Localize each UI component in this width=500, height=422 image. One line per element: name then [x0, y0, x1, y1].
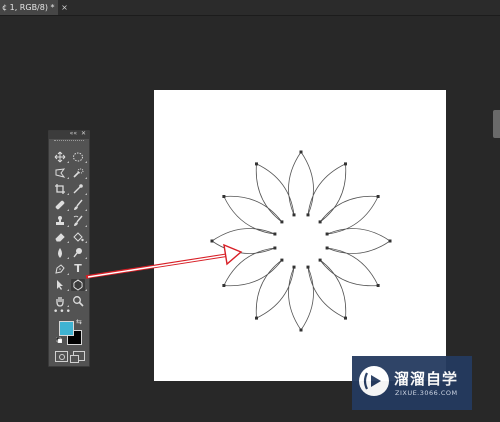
document-tab[interactable]: ¢ 1, RGB/8) * × — [0, 0, 68, 15]
quick-mask-icon[interactable] — [55, 351, 68, 362]
brush-icon[interactable] — [71, 199, 87, 211]
anchor-point-tip[interactable] — [376, 284, 380, 287]
move-icon[interactable] — [53, 151, 69, 163]
paint-bucket-icon[interactable] — [71, 231, 87, 243]
swap-colors-icon[interactable]: ⇆ — [76, 318, 82, 326]
marquee-icon[interactable] — [71, 151, 87, 163]
screen-mode-icon[interactable] — [70, 351, 85, 363]
anchor-point-inner[interactable] — [292, 265, 296, 269]
healing-brush-icon[interactable] — [53, 199, 69, 211]
tools-panel-header[interactable]: «« ✕ — [49, 130, 89, 139]
history-brush-icon[interactable] — [71, 215, 87, 227]
tools-panel: «« ✕ T ••• ⇆ — [48, 130, 90, 367]
anchor-point-inner[interactable] — [280, 258, 284, 262]
anchor-point-inner[interactable] — [325, 232, 329, 236]
eraser-icon[interactable] — [53, 231, 69, 243]
anchor-point-tip[interactable] — [299, 328, 303, 332]
type-icon[interactable]: T — [71, 263, 85, 275]
anchor-point-inner[interactable] — [325, 246, 329, 250]
anchor-point-tip[interactable] — [255, 162, 258, 166]
edit-toolbar-button[interactable]: ••• — [53, 307, 72, 317]
anchor-point-inner[interactable] — [306, 213, 310, 217]
panel-grip[interactable] — [54, 140, 84, 144]
foreground-color-swatch[interactable] — [59, 321, 74, 336]
anchor-point-inner[interactable] — [318, 258, 322, 262]
collapse-panel-icon[interactable]: «« — [70, 130, 77, 137]
anchor-point-tip[interactable] — [222, 195, 226, 198]
lasso-icon[interactable] — [53, 167, 69, 179]
anchor-point-tip[interactable] — [388, 239, 392, 243]
pen-icon[interactable] — [53, 263, 69, 275]
document-tab-title: ¢ 1, RGB/8) * — [2, 3, 55, 12]
flower-outline[interactable] — [211, 151, 391, 331]
anchor-point-tip[interactable] — [344, 162, 347, 166]
anchor-point-tip[interactable] — [255, 316, 258, 320]
watermark: 溜溜自学 ZIXUE.3066.COM — [352, 356, 472, 410]
anchor-point-tip[interactable] — [376, 195, 380, 198]
close-panel-icon[interactable]: ✕ — [81, 130, 86, 137]
anchor-point-inner[interactable] — [273, 246, 277, 250]
crop-icon[interactable] — [53, 183, 69, 195]
path-selection-icon[interactable] — [53, 279, 69, 291]
tab-close-icon[interactable]: × — [61, 3, 68, 12]
watermark-title: 溜溜自学 — [394, 370, 459, 388]
anchor-point-inner[interactable] — [306, 265, 310, 269]
eyedropper-icon[interactable] — [71, 183, 87, 195]
custom-shape-icon[interactable] — [71, 279, 87, 291]
watermark-logo-icon — [359, 366, 389, 396]
anchor-point-tip[interactable] — [344, 316, 347, 320]
anchor-point-inner[interactable] — [280, 220, 284, 224]
default-colors-icon[interactable] — [56, 337, 62, 343]
blur-icon[interactable] — [53, 247, 69, 259]
watermark-url: ZIXUE.3066.COM — [395, 389, 458, 397]
dodge-icon[interactable] — [71, 247, 87, 259]
clone-stamp-icon[interactable] — [53, 215, 69, 227]
document-canvas[interactable] — [154, 90, 446, 381]
anchor-point-inner[interactable] — [292, 213, 296, 217]
anchor-point-inner[interactable] — [318, 220, 322, 224]
quick-select-icon[interactable] — [71, 167, 87, 179]
vertical-scrollbar-handle[interactable] — [493, 110, 500, 138]
anchor-point-tip[interactable] — [299, 150, 303, 154]
document-tab-bar: ¢ 1, RGB/8) * × — [0, 0, 500, 16]
anchor-point-tip[interactable] — [222, 284, 226, 287]
hand-icon[interactable] — [53, 295, 69, 307]
zoom-icon[interactable] — [71, 295, 85, 307]
anchor-point-inner[interactable] — [273, 232, 277, 236]
anchor-point-tip[interactable] — [210, 239, 214, 243]
flower-shape-path[interactable] — [154, 90, 446, 381]
